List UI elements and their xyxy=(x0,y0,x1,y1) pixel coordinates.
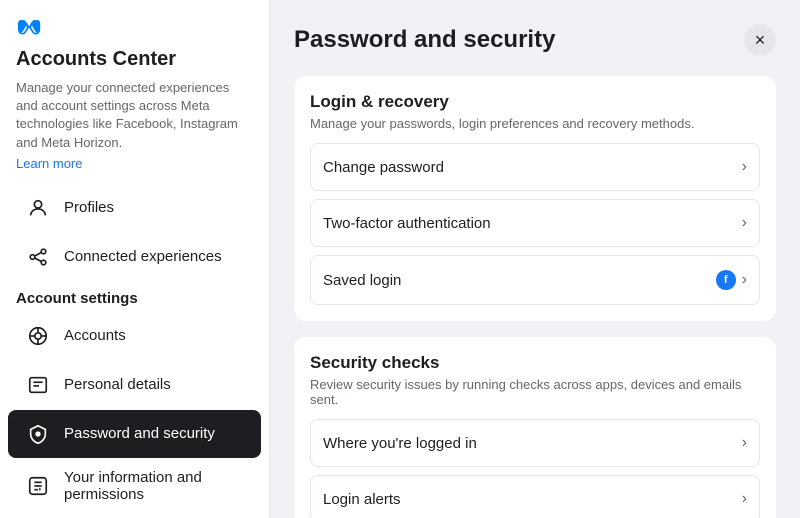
learn-more-link[interactable]: Learn more xyxy=(0,154,269,183)
shield-icon xyxy=(24,420,52,448)
person-icon xyxy=(24,194,52,222)
security-checks-title: Security checks xyxy=(310,353,760,373)
where-logged-in-row[interactable]: Where you're logged in › xyxy=(310,419,760,467)
sidebar-item-password-security[interactable]: Password and security xyxy=(8,410,261,458)
chevron-right-icon: › xyxy=(742,214,747,232)
login-alerts-right: › xyxy=(742,490,747,508)
sidebar-item-personal-label: Personal details xyxy=(64,376,171,393)
meta-logo-svg xyxy=(16,16,68,36)
two-factor-label: Two-factor authentication xyxy=(323,215,491,232)
where-logged-in-label: Where you're logged in xyxy=(323,435,477,452)
two-factor-row[interactable]: Two-factor authentication › xyxy=(310,199,760,247)
two-factor-right: › xyxy=(742,214,747,232)
meta-logo xyxy=(16,16,68,36)
change-password-label-area: Change password xyxy=(323,159,444,176)
sidebar-item-personal-details[interactable]: Personal details xyxy=(8,361,261,409)
saved-login-right: f › xyxy=(716,270,747,290)
sidebar: Accounts Center Manage your connected ex… xyxy=(0,0,270,518)
security-checks-desc: Review security issues by running checks… xyxy=(310,377,760,407)
sidebar-item-your-information[interactable]: Your information and permissions xyxy=(8,459,261,513)
sidebar-item-ad-preferences[interactable]: Ad preferences xyxy=(8,514,261,518)
sidebar-item-connected-label: Connected experiences xyxy=(64,248,222,265)
where-logged-in-label-area: Where you're logged in xyxy=(323,435,477,452)
login-alerts-label: Login alerts xyxy=(323,491,401,508)
chevron-right-icon: › xyxy=(742,271,747,289)
login-alerts-row[interactable]: Login alerts › xyxy=(310,475,760,518)
change-password-label: Change password xyxy=(323,159,444,176)
sidebar-item-connected-experiences[interactable]: Connected experiences xyxy=(8,233,261,281)
chevron-right-icon: › xyxy=(742,158,747,176)
two-factor-label-area: Two-factor authentication xyxy=(323,215,491,232)
sidebar-logo-area xyxy=(0,16,269,44)
saved-login-label-area: Saved login xyxy=(323,272,401,289)
login-recovery-desc: Manage your passwords, login preferences… xyxy=(310,116,760,131)
sidebar-item-password-label: Password and security xyxy=(64,425,215,442)
page-title: Password and security xyxy=(294,26,555,54)
login-recovery-card: Login & recovery Manage your passwords, … xyxy=(294,76,776,321)
facebook-icon: f xyxy=(716,270,736,290)
sidebar-item-accounts-label: Accounts xyxy=(64,327,126,344)
login-recovery-title: Login & recovery xyxy=(310,92,760,112)
change-password-row[interactable]: Change password › xyxy=(310,143,760,191)
chevron-right-icon: › xyxy=(742,434,747,452)
sidebar-title: Accounts Center xyxy=(0,44,269,75)
saved-login-row[interactable]: Saved login f › xyxy=(310,255,760,305)
where-logged-in-right: › xyxy=(742,434,747,452)
login-alerts-label-area: Login alerts xyxy=(323,491,401,508)
info-icon xyxy=(24,472,52,500)
sidebar-description: Manage your connected experiences and ac… xyxy=(0,75,269,154)
saved-login-label: Saved login xyxy=(323,272,401,289)
chevron-right-icon: › xyxy=(742,490,747,508)
accounts-icon xyxy=(24,322,52,350)
sidebar-item-profiles-label: Profiles xyxy=(64,199,114,216)
main-content: Password and security × Login & recovery… xyxy=(270,0,800,518)
change-password-right: › xyxy=(742,158,747,176)
connected-icon xyxy=(24,243,52,271)
sidebar-item-your-info-label: Your information and permissions xyxy=(64,469,245,503)
personal-icon xyxy=(24,371,52,399)
sidebar-item-accounts[interactable]: Accounts xyxy=(8,312,261,360)
sidebar-item-profiles[interactable]: Profiles xyxy=(8,184,261,232)
account-settings-label: Account settings xyxy=(0,282,269,311)
close-button[interactable]: × xyxy=(744,24,776,56)
security-checks-card: Security checks Review security issues b… xyxy=(294,337,776,518)
main-header: Password and security × xyxy=(294,24,776,56)
